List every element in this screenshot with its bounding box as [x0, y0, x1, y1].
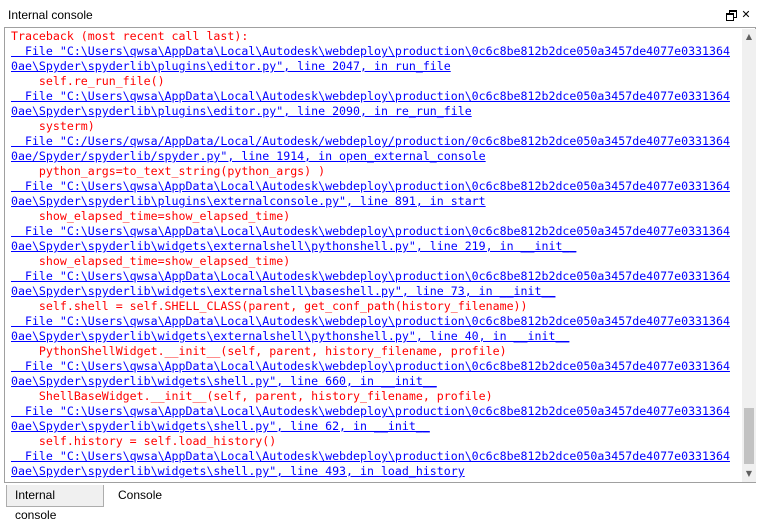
traceback-error-line: show_elapsed_time=show_elapsed_time)	[11, 209, 291, 223]
traceback-error-line: self.shell = self.SHELL_CLASS(parent, ge…	[11, 299, 528, 313]
traceback-file-link[interactable]: File "C:\Users\qwsa\AppData\Local\Autode…	[11, 44, 739, 59]
traceback-error-line: PythonShellWidget.__init__(self, parent,…	[11, 344, 507, 358]
traceback-file-link[interactable]: 0ae\Spyder\spyderlib\widgets\externalshe…	[11, 284, 739, 299]
float-window-icon[interactable]	[725, 9, 737, 21]
tab-internal-console[interactable]: Internal console	[6, 485, 104, 522]
traceback-error-line: Traceback (most recent call last):	[11, 29, 249, 43]
traceback-error-line: self.history = self.load_history()	[11, 434, 277, 448]
scroll-down-icon[interactable]: ▼	[742, 466, 756, 482]
bottom-tab-bar: Internal console Console	[0, 483, 757, 522]
traceback-error-line: self.re_run_file()	[11, 74, 165, 88]
traceback-file-link[interactable]: File "C:\Users\qwsa\AppData\Local\Autode…	[11, 224, 739, 239]
close-icon[interactable]: ✕	[740, 9, 752, 21]
traceback-file-link[interactable]: File "C:\Users\qwsa\AppData\Local\Autode…	[11, 269, 739, 284]
traceback-error-line: python_args=to_text_string(python_args) …	[11, 164, 326, 178]
scroll-thumb[interactable]	[744, 408, 754, 464]
traceback-file-link[interactable]: 0ae\Spyder\spyderlib\plugins\externalcon…	[11, 194, 739, 209]
traceback-file-link[interactable]: 0ae\Spyder\spyderlib\plugins\editor.py",…	[11, 59, 739, 74]
traceback-file-link[interactable]: File "C:\Users\qwsa\AppData\Local\Autode…	[11, 89, 739, 104]
traceback-file-link[interactable]: 0ae\Spyder\spyderlib\widgets\shell.py", …	[11, 419, 739, 434]
dock-title: Internal console	[8, 8, 93, 22]
console-panel: Traceback (most recent call last): File …	[4, 27, 756, 483]
traceback-error-line: show_elapsed_time=show_elapsed_time)	[11, 254, 291, 268]
traceback-file-link[interactable]: 0ae\Spyder\spyderlib\widgets\shell.py", …	[11, 374, 739, 389]
traceback-error-line: ShellBaseWidget.__init__(self, parent, h…	[11, 389, 493, 403]
traceback-file-link[interactable]: 0ae\Spyder\spyderlib\plugins\editor.py",…	[11, 104, 739, 119]
traceback-file-link[interactable]: File "C:/Users/qwsa/AppData/Local/Autode…	[11, 134, 739, 149]
traceback-file-link[interactable]: 0ae\Spyder\spyderlib\widgets\externalshe…	[11, 329, 739, 344]
traceback-error-line: systerm)	[11, 119, 95, 133]
console-output[interactable]: Traceback (most recent call last): File …	[11, 29, 739, 481]
traceback-file-link[interactable]: File "C:\Users\qwsa\AppData\Local\Autode…	[11, 404, 739, 419]
traceback-file-link[interactable]: 0ae\Spyder\spyderlib\widgets\externalshe…	[11, 239, 739, 254]
traceback-file-link[interactable]: 0ae/Spyder/spyderlib/spyder.py", line 19…	[11, 149, 739, 164]
traceback-file-link[interactable]: File "C:\Users\qwsa\AppData\Local\Autode…	[11, 179, 739, 194]
traceback-file-link[interactable]: File "C:\Users\qwsa\AppData\Local\Autode…	[11, 359, 739, 374]
dock-title-bar: Internal console ✕	[0, 0, 757, 28]
traceback-file-link[interactable]: File "C:\Users\qwsa\AppData\Local\Autode…	[11, 449, 739, 464]
traceback-file-link[interactable]: 0ae\Spyder\spyderlib\widgets\shell.py", …	[11, 464, 739, 479]
traceback-file-link[interactable]: File "C:\Users\qwsa\AppData\Local\Autode…	[11, 314, 739, 329]
vertical-scrollbar[interactable]: ▲ ▼	[742, 29, 756, 482]
traceback-error-line: if rawhistory[1] != self.INITHISTORY[1]:	[11, 479, 739, 481]
scroll-up-icon[interactable]: ▲	[742, 29, 756, 45]
tab-console[interactable]: Console	[110, 485, 170, 507]
